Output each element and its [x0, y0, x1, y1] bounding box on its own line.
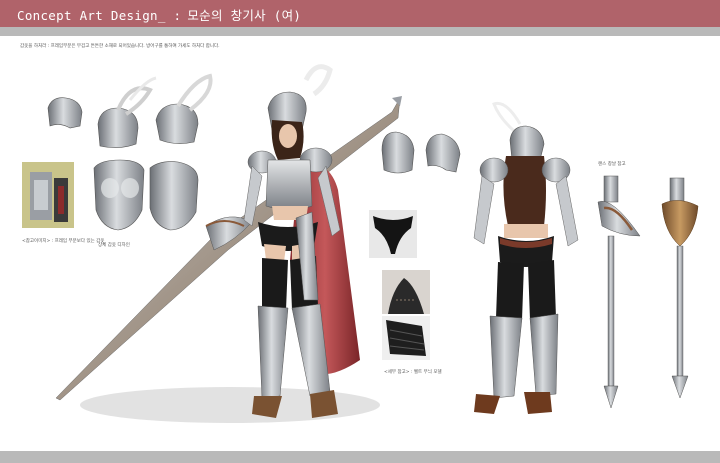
caption-detail: <세부 참고> : 벨트 무늬 모델 — [384, 370, 442, 375]
helmet-study-3 — [155, 73, 213, 144]
caption-lance: 랜스 창날 참고 — [598, 162, 626, 167]
helmet-study-side-2 — [425, 133, 461, 173]
breastplate-back — [149, 161, 199, 231]
header-divider — [0, 27, 720, 36]
helmet-study-side-1 — [381, 131, 415, 174]
caption-reference: <참고이미지> : 프레임 부분보다 있는 갑옷 — [22, 239, 105, 244]
title-bar: Concept Art Design_ : 모순의 창기사 (여) — [0, 0, 720, 27]
lance-detail-1 — [597, 175, 641, 409]
page-title: Concept Art Design_ : 모순의 창기사 (여) — [17, 5, 301, 24]
caption-armor: 상체 갑옷 디자인 — [98, 243, 130, 248]
detail-photo-belt — [369, 210, 417, 258]
reference-armor-photo — [22, 162, 74, 228]
detail-photo-boot — [382, 316, 430, 360]
helmet-study-1 — [47, 97, 83, 129]
title-main: Concept Art Design_ : — [17, 8, 182, 23]
breastplate-front — [93, 159, 145, 231]
title-subtitle: 모순의 창기사 (여) — [187, 8, 302, 23]
helmet-study-2 — [97, 76, 157, 148]
detail-photo-lace — [382, 270, 430, 314]
lance-detail-2 — [661, 177, 699, 399]
footer-strip — [0, 451, 720, 463]
knight-back-figure — [473, 101, 579, 414]
